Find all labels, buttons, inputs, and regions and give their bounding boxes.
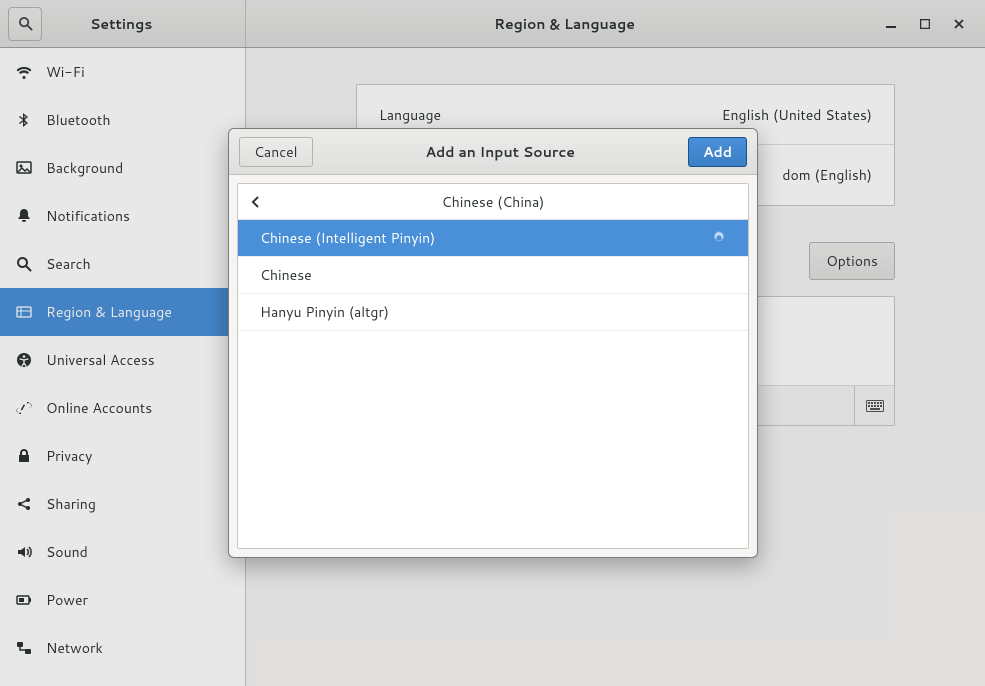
input-source-option[interactable]: Chinese (Intelligent Pinyin) bbox=[238, 220, 748, 257]
add-input-source-dialog: Cancel Add an Input Source Add Chinese (… bbox=[228, 128, 758, 558]
dialog-title: Add an Input Source bbox=[313, 142, 688, 162]
chevron-left-icon bbox=[251, 195, 261, 209]
input-source-option[interactable]: Hanyu Pinyin (altgr) bbox=[238, 294, 748, 331]
cancel-button[interactable]: Cancel bbox=[239, 137, 313, 167]
dialog-header: Cancel Add an Input Source Add bbox=[229, 129, 757, 175]
input-source-label: Chinese bbox=[260, 265, 312, 285]
input-source-option[interactable]: Chinese bbox=[238, 257, 748, 294]
list-header: Chinese (China) bbox=[238, 184, 748, 220]
add-button[interactable]: Add bbox=[688, 137, 747, 167]
input-source-label: Chinese (Intelligent Pinyin) bbox=[260, 228, 435, 248]
list-breadcrumb: Chinese (China) bbox=[238, 192, 748, 212]
input-source-list-frame: Chinese (China) Chinese (Intelligent Pin… bbox=[237, 183, 749, 549]
gear-icon bbox=[712, 231, 726, 245]
dialog-body: Chinese (China) Chinese (Intelligent Pin… bbox=[229, 175, 757, 557]
back-button[interactable] bbox=[238, 184, 274, 220]
input-source-label: Hanyu Pinyin (altgr) bbox=[260, 302, 389, 322]
input-source-options: Chinese (Intelligent Pinyin) Chinese Hanyu… bbox=[238, 220, 748, 331]
